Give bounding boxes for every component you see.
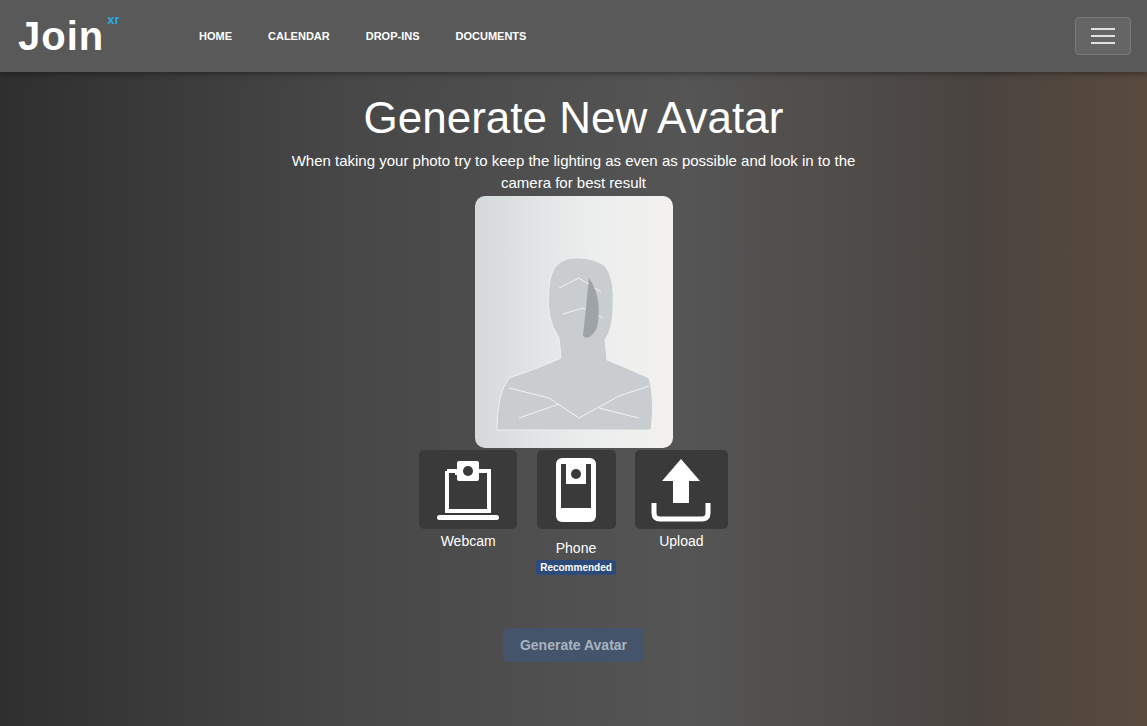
capture-option[interactable]: Upload xyxy=(635,450,728,549)
nav-links: HOME CALENDAR DROP-INS DOCUMENTS xyxy=(199,30,1075,42)
navbar: Joinxr HOME CALENDAR DROP-INS DOCUMENTS xyxy=(0,0,1147,72)
avatar-bust-icon xyxy=(479,218,669,448)
capture-option[interactable]: Webcam xyxy=(419,450,517,549)
page: Joinxr HOME CALENDAR DROP-INS DOCUMENTS Gener… xyxy=(0,0,1147,726)
hamburger-icon xyxy=(1091,27,1115,45)
logo[interactable]: Joinxr xyxy=(18,16,183,56)
nav-link[interactable]: CALENDAR xyxy=(268,30,330,42)
option-button[interactable] xyxy=(635,450,728,529)
subtitle: When taking your photo try to keep the l… xyxy=(279,150,869,194)
capture-options: Webcam Phone Recommended Upload xyxy=(419,450,728,575)
option-label: Phone xyxy=(556,540,596,556)
option-label: Upload xyxy=(659,533,703,549)
phone-icon xyxy=(552,456,600,524)
avatar-preview xyxy=(475,196,673,448)
capture-option[interactable]: Phone Recommended xyxy=(536,450,616,575)
nav-link[interactable]: HOME xyxy=(199,30,232,42)
menu-button[interactable] xyxy=(1075,17,1131,55)
option-button[interactable] xyxy=(537,450,616,529)
main: Generate New Avatar When taking your phot… xyxy=(0,72,1147,726)
option-label: Webcam xyxy=(441,533,496,549)
option-button[interactable] xyxy=(419,450,517,529)
page-title: Generate New Avatar xyxy=(364,92,784,144)
logo-text: Join xyxy=(18,16,104,56)
upload-icon xyxy=(650,457,712,523)
nav-link[interactable]: DROP-INS xyxy=(366,30,420,42)
webcam-icon xyxy=(435,457,501,523)
generate-avatar-button[interactable]: Generate Avatar xyxy=(503,628,644,662)
nav-link[interactable]: DOCUMENTS xyxy=(456,30,527,42)
recommended-badge: Recommended xyxy=(536,560,616,575)
logo-superscript: xr xyxy=(107,12,119,27)
